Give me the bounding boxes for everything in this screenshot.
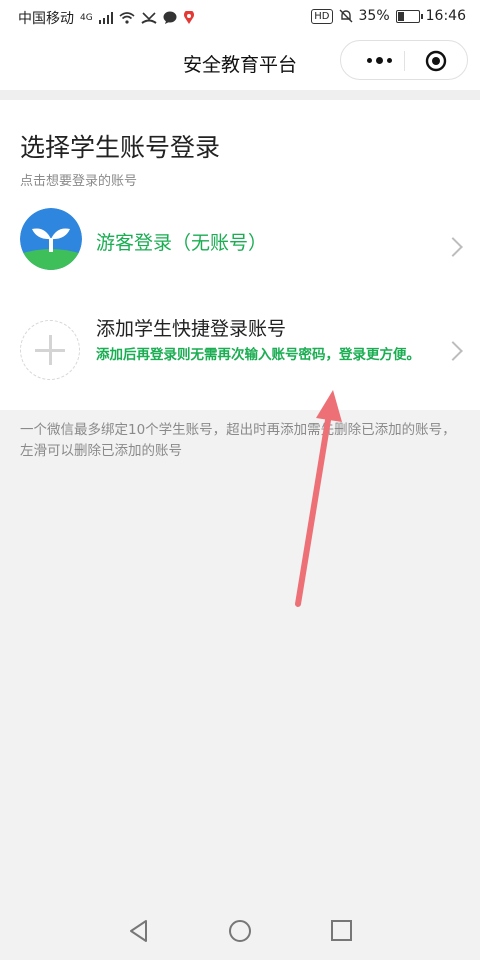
- status-bar: 中国移动 4G HD 35% 16:46: [0, 0, 480, 34]
- mute-icon: [339, 9, 353, 23]
- miniprogram-capsule: [340, 40, 468, 80]
- status-left: 中国移动 4G: [18, 8, 195, 28]
- add-account-title: 添加学生快捷登录账号: [96, 318, 287, 340]
- message-icon: [163, 11, 177, 24]
- chevron-right-icon: [443, 341, 463, 361]
- add-account-description: 添加后再登录则无需再次输入账号密码，登录更方便。: [96, 347, 420, 363]
- signal-icon: [98, 12, 113, 24]
- battery-percent: 35%: [358, 8, 390, 24]
- guest-login-row[interactable]: 游客登录（无账号）: [0, 206, 480, 282]
- binding-limit-hint: 一个微信最多绑定10个学生账号，超出时再添加需先删除已添加的账号，左滑可以删除已…: [20, 422, 456, 459]
- add-account-circle: [20, 320, 80, 380]
- network-type-label: 4G: [80, 13, 93, 23]
- location-icon: [183, 11, 194, 24]
- capsule-divider: [404, 51, 405, 71]
- more-button[interactable]: [359, 50, 399, 70]
- system-navigation-bar: [0, 900, 480, 960]
- status-right: HD 35% 16:46: [311, 8, 466, 24]
- battery-icon: [395, 9, 423, 23]
- more-icon-center-dot: [375, 56, 383, 64]
- guest-login-label: 游客登录（无账号）: [96, 232, 268, 254]
- clock: 16:46: [425, 8, 466, 24]
- chevron-right-icon: [443, 237, 463, 257]
- sprout-logo-icon: [20, 208, 82, 270]
- back-icon[interactable]: [124, 916, 154, 946]
- carrier-label: 中国移动: [18, 11, 74, 27]
- more-icon: [366, 57, 372, 63]
- section-gap: [0, 90, 480, 100]
- section-subtitle: 点击想要登录的账号: [20, 174, 138, 189]
- battery-level-fill: [397, 11, 404, 21]
- more-icon-right-dot: [386, 57, 392, 63]
- add-account-row[interactable]: 添加学生快捷登录账号 添加后再登录则无需再次输入账号密码，登录更方便。: [0, 306, 480, 402]
- hd-badge: HD: [311, 8, 333, 24]
- missed-call-icon: [141, 12, 157, 24]
- recents-icon[interactable]: [327, 916, 357, 946]
- section-title: 选择学生账号登录: [20, 133, 221, 162]
- close-miniprogram-icon[interactable]: [425, 50, 447, 72]
- navigation-bar: 安全教育平台: [0, 34, 480, 90]
- home-icon[interactable]: [225, 916, 255, 946]
- plus-icon-vertical: [49, 335, 52, 365]
- account-selection-card: 选择学生账号登录 点击想要登录的账号 游客登录（无账号） 添加学生快捷登录账号 …: [0, 100, 480, 410]
- wifi-icon: [119, 12, 135, 24]
